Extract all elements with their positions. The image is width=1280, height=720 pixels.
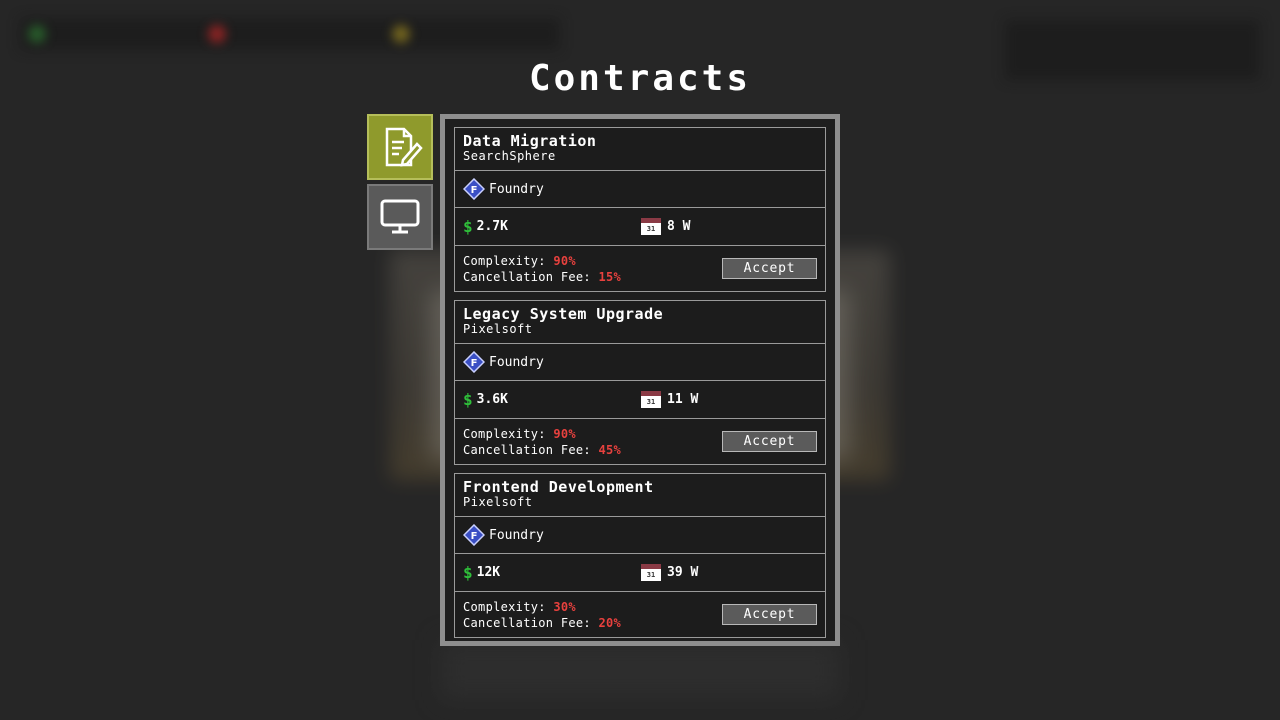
- foundry-badge-letter: F: [471, 358, 478, 369]
- contract-type-row: F Foundry: [455, 517, 825, 554]
- cancellation-fee-label: Cancellation Fee:: [463, 442, 591, 457]
- contract-type-row: F Foundry: [455, 344, 825, 381]
- contract-client: SearchSphere: [463, 149, 556, 163]
- complexity-value: 30%: [553, 599, 576, 614]
- dollar-icon: $: [463, 217, 473, 236]
- foundry-badge-icon: F: [463, 524, 485, 546]
- dollar-icon: $: [463, 563, 473, 582]
- contract-pay-value: 12K: [476, 565, 501, 580]
- page-title: Contracts: [528, 58, 752, 99]
- contract-client: Pixelsoft: [463, 322, 533, 336]
- tab-contracts[interactable]: [367, 114, 433, 180]
- foundry-badge-letter: F: [471, 185, 478, 196]
- contract-duration-value: 11 W: [667, 392, 699, 407]
- contract-header: Legacy System Upgrade Pixelsoft: [455, 301, 825, 344]
- contract-details: Complexity: 30% Cancellation Fee: 20%: [463, 599, 621, 631]
- contract-duration: 31 8 W: [641, 218, 690, 235]
- accept-button[interactable]: Accept: [722, 604, 817, 625]
- contract-footer: Complexity: 90% Cancellation Fee: 45% Ac…: [455, 419, 825, 464]
- contract-type: Foundry: [489, 527, 544, 543]
- foundry-badge-icon: F: [463, 351, 485, 373]
- tab-computer[interactable]: [367, 184, 433, 250]
- document-pen-icon: [385, 127, 423, 167]
- cancellation-fee-value: 45%: [598, 442, 622, 457]
- contract-title: Data Migration: [463, 132, 597, 150]
- contract-card: Frontend Development Pixelsoft F Foundry…: [454, 473, 826, 638]
- contract-footer: Complexity: 30% Cancellation Fee: 20% Ac…: [455, 592, 825, 637]
- complexity-label: Complexity:: [463, 426, 546, 441]
- contract-duration: 31 39 W: [641, 564, 698, 581]
- contract-header: Data Migration SearchSphere: [455, 128, 825, 171]
- contract-pay: $ 12K: [463, 563, 641, 582]
- accept-button[interactable]: Accept: [722, 431, 817, 452]
- calendar-icon: 31: [641, 218, 661, 235]
- contract-details: Complexity: 90% Cancellation Fee: 45%: [463, 426, 621, 458]
- contract-title: Frontend Development: [463, 478, 654, 496]
- contract-stats-row: $ 12K 31 39 W: [455, 554, 825, 592]
- contract-card: Legacy System Upgrade Pixelsoft F Foundr…: [454, 300, 826, 465]
- calendar-icon: 31: [641, 564, 661, 581]
- cancellation-fee-label: Cancellation Fee:: [463, 615, 591, 630]
- contract-details: Complexity: 90% Cancellation Fee: 15%: [463, 253, 621, 285]
- contract-pay: $ 3.6K: [463, 390, 641, 409]
- contract-pay-value: 3.6K: [476, 392, 508, 407]
- contract-footer: Complexity: 90% Cancellation Fee: 15% Ac…: [455, 246, 825, 291]
- foundry-badge-letter: F: [471, 531, 478, 542]
- contract-duration-value: 8 W: [667, 219, 691, 234]
- dollar-icon: $: [463, 390, 473, 409]
- monitor-icon: [380, 199, 420, 234]
- cancellation-fee-label: Cancellation Fee:: [463, 269, 591, 284]
- contract-type: Foundry: [489, 354, 544, 370]
- contract-title: Legacy System Upgrade: [463, 305, 664, 323]
- contract-pay: $ 2.7K: [463, 217, 641, 236]
- contract-stats-row: $ 2.7K 31 8 W: [455, 208, 825, 246]
- contracts-panel: Data Migration SearchSphere F Foundry $ …: [440, 114, 840, 646]
- calendar-icon: 31: [641, 391, 661, 408]
- contract-type-row: F Foundry: [455, 171, 825, 208]
- contract-header: Frontend Development Pixelsoft: [455, 474, 825, 517]
- contract-type: Foundry: [489, 181, 544, 197]
- contract-client: Pixelsoft: [463, 495, 533, 509]
- cancellation-fee-value: 20%: [598, 615, 622, 630]
- contract-pay-value: 2.7K: [476, 219, 508, 234]
- complexity-value: 90%: [553, 426, 576, 441]
- contract-card: Data Migration SearchSphere F Foundry $ …: [454, 127, 826, 292]
- complexity-value: 90%: [553, 253, 576, 268]
- complexity-label: Complexity:: [463, 253, 546, 268]
- contract-stats-row: $ 3.6K 31 11 W: [455, 381, 825, 419]
- cancellation-fee-value: 15%: [598, 269, 622, 284]
- accept-button[interactable]: Accept: [722, 258, 817, 279]
- foundry-badge-icon: F: [463, 178, 485, 200]
- complexity-label: Complexity:: [463, 599, 546, 614]
- contract-duration-value: 39 W: [667, 565, 699, 580]
- contract-duration: 31 11 W: [641, 391, 698, 408]
